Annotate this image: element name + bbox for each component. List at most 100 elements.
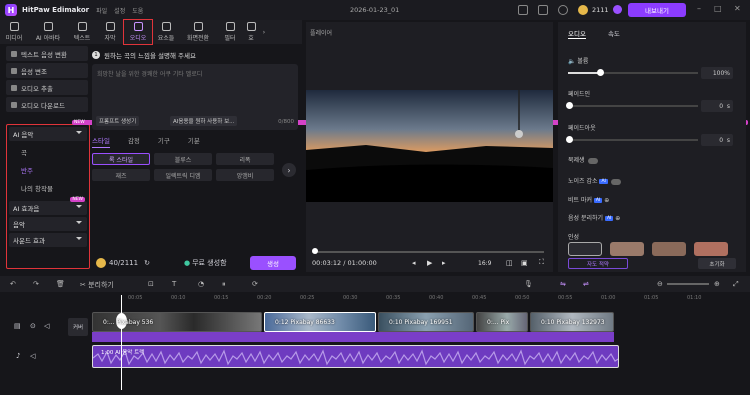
video-clip[interactable]: 0:10 Pixabay 132973 bbox=[530, 312, 614, 332]
voice-option-none[interactable] bbox=[568, 242, 602, 256]
sidebar-audio-download[interactable]: 오디오 다운로드 bbox=[6, 97, 88, 112]
menu-help[interactable]: 도움 bbox=[132, 6, 143, 15]
next-styles-icon[interactable]: › bbox=[282, 163, 296, 177]
vocal-download-icon[interactable]: ⊕ bbox=[615, 215, 620, 222]
voice-option[interactable] bbox=[652, 242, 686, 256]
zoom-out-icon[interactable]: ⊖ bbox=[657, 280, 663, 288]
freeze-icon[interactable]: ⏸ bbox=[222, 280, 226, 289]
tool-audio[interactable]: 오디오 bbox=[123, 19, 153, 45]
scrubber-handle[interactable] bbox=[312, 248, 318, 254]
tab-speed[interactable]: 속도 bbox=[608, 28, 620, 38]
prompt-generator-button[interactable]: 프롬프트 생성기 bbox=[96, 116, 140, 126]
sidebar-ai-music[interactable]: AI 음악 bbox=[9, 127, 87, 141]
fadein-knob[interactable] bbox=[566, 102, 573, 109]
volume-slider[interactable] bbox=[568, 69, 698, 76]
toolbar-next-icon[interactable]: › bbox=[258, 20, 270, 44]
generate-button[interactable]: 생성 bbox=[250, 256, 296, 270]
apply-all-button[interactable]: 자도 적약 bbox=[568, 258, 628, 269]
aspect-ratio-select[interactable]: 16:9 bbox=[478, 260, 491, 267]
redo-icon[interactable]: ↷ bbox=[33, 280, 39, 288]
video-clip-selected[interactable]: 0:12 Pixabay 86633 bbox=[264, 312, 376, 332]
minimize-icon[interactable]: – bbox=[697, 4, 701, 13]
voice-option[interactable] bbox=[610, 242, 644, 256]
player-scrubber[interactable] bbox=[312, 251, 544, 253]
video-clip[interactable]: 0:10 Pixabay 169951 bbox=[378, 312, 474, 332]
tab-emotion[interactable]: 감정 bbox=[128, 135, 140, 148]
tool-filters[interactable]: 필터 bbox=[216, 20, 244, 44]
style-option[interactable]: 블루스 bbox=[154, 153, 212, 165]
fit-timeline-icon[interactable]: ⤢ bbox=[733, 280, 739, 289]
account-icon[interactable] bbox=[558, 5, 568, 15]
tool-effects[interactable]: 효 bbox=[244, 20, 258, 44]
tool-ai-avatar[interactable]: AI 아바타 bbox=[28, 20, 68, 44]
voice-option[interactable] bbox=[694, 242, 728, 256]
tab-style[interactable]: 스타일 bbox=[92, 135, 110, 148]
volume-knob[interactable] bbox=[597, 69, 604, 76]
style-option[interactable]: 일렉트릭 디엠 bbox=[154, 169, 212, 181]
lyrics-button[interactable]: AI음용을 원하 사용하 보... bbox=[170, 116, 238, 126]
mail-icon[interactable] bbox=[538, 5, 548, 15]
tool-media[interactable]: 미디어 bbox=[0, 20, 28, 44]
fadeout-knob[interactable] bbox=[566, 136, 573, 143]
rotate-icon[interactable]: ⟳ bbox=[252, 280, 258, 288]
video-clip[interactable]: 0:... Pix bbox=[476, 312, 528, 332]
play-icon[interactable]: ▶ bbox=[427, 259, 432, 267]
crop-icon[interactable]: ▣ bbox=[521, 259, 528, 267]
style-option[interactable]: 록 스타일 bbox=[92, 153, 150, 165]
sidebar-tts[interactable]: 텍스트 음성 변환 bbox=[6, 46, 88, 61]
noise-toggle[interactable] bbox=[610, 178, 621, 185]
sidebar-music[interactable]: 음악 bbox=[9, 217, 87, 231]
track-audio-mute-icon[interactable]: ◁ bbox=[30, 352, 35, 360]
link-icon[interactable]: ⇋ bbox=[560, 280, 566, 288]
playhead[interactable] bbox=[121, 295, 122, 390]
style-option[interactable]: 앙앰비 bbox=[216, 169, 274, 181]
crop-tool-icon[interactable]: ⊡ bbox=[148, 280, 154, 288]
audio-clip[interactable]: 1:00 AI 음악 트랙 bbox=[92, 345, 619, 368]
track-lock-icon[interactable]: ⊙ bbox=[30, 322, 36, 330]
tab-mood[interactable]: 기분 bbox=[188, 135, 200, 148]
zoom-slider[interactable] bbox=[667, 283, 709, 285]
volume-value[interactable]: 100% bbox=[701, 67, 733, 79]
fadein-slider[interactable] bbox=[566, 102, 698, 109]
fadeout-value[interactable]: 0 s bbox=[701, 134, 733, 146]
prompt-input[interactable]: 희망찬 날을 위한 경쾌한 어쿠 기타 멜로디 프롬프트 생성기 AI음용을 원… bbox=[92, 64, 298, 130]
export-button[interactable]: 내보내기 bbox=[628, 3, 686, 17]
tool-text[interactable]: 텍스트 bbox=[68, 20, 96, 44]
maximize-icon[interactable]: □ bbox=[714, 4, 722, 13]
fullscreen-icon[interactable]: ⛶ bbox=[539, 258, 544, 267]
style-option[interactable]: 리폭 bbox=[216, 153, 274, 165]
text-tool-icon[interactable]: T bbox=[172, 280, 176, 288]
undo-icon[interactable]: ↶ bbox=[10, 280, 16, 288]
menu-file[interactable]: 파일 bbox=[96, 6, 107, 15]
menu-settings[interactable]: 설정 bbox=[114, 6, 125, 15]
speed-icon[interactable]: ◔ bbox=[198, 280, 204, 288]
close-icon[interactable]: ✕ bbox=[734, 4, 741, 13]
cover-button[interactable]: 커버 bbox=[68, 318, 88, 336]
tool-subtitle[interactable]: 자막 bbox=[96, 20, 124, 44]
mute-toggle[interactable] bbox=[587, 157, 598, 164]
sidebar-voice-changer[interactable]: 음성 변조 bbox=[6, 63, 88, 78]
snap-icon[interactable]: ⇌ bbox=[583, 280, 589, 288]
tab-audio[interactable]: 오디오 bbox=[568, 28, 586, 39]
sidebar-audio-extract[interactable]: 오디오 추출 bbox=[6, 80, 88, 95]
fadeout-slider[interactable] bbox=[566, 136, 698, 143]
zoom-in-icon[interactable]: ⊕ bbox=[714, 280, 720, 288]
sidebar-ai-effects[interactable]: AI 효과음 NEW bbox=[9, 197, 87, 215]
split-button[interactable]: ✂ 분리하기 bbox=[80, 280, 114, 290]
sidebar-sub-my-creations[interactable]: 나의 창작물 bbox=[7, 179, 89, 197]
next-frame-icon[interactable]: ▸ bbox=[442, 259, 446, 267]
track-mute-icon[interactable]: ◁ bbox=[44, 322, 49, 330]
delete-icon[interactable]: 🗑 bbox=[56, 280, 65, 288]
beat-add-icon[interactable]: ⊕ bbox=[604, 197, 609, 204]
style-option[interactable]: 재즈 bbox=[92, 169, 150, 181]
monitor-icon[interactable] bbox=[518, 5, 528, 15]
sidebar-sfx[interactable]: 사운드 효과 bbox=[9, 233, 87, 247]
upgrade-icon[interactable] bbox=[613, 5, 622, 14]
sidebar-sub-song[interactable]: 곡 bbox=[7, 143, 89, 161]
prev-frame-icon[interactable]: ◂ bbox=[412, 259, 416, 267]
sidebar-sub-accompaniment[interactable]: 반주 bbox=[7, 161, 89, 179]
microphone-icon[interactable]: 🎙 bbox=[524, 280, 533, 288]
snapshot-icon[interactable]: ◫ bbox=[506, 259, 513, 267]
refresh-icon[interactable]: ↻ bbox=[144, 259, 150, 267]
tool-transitions[interactable]: 화면전환 bbox=[180, 20, 216, 44]
